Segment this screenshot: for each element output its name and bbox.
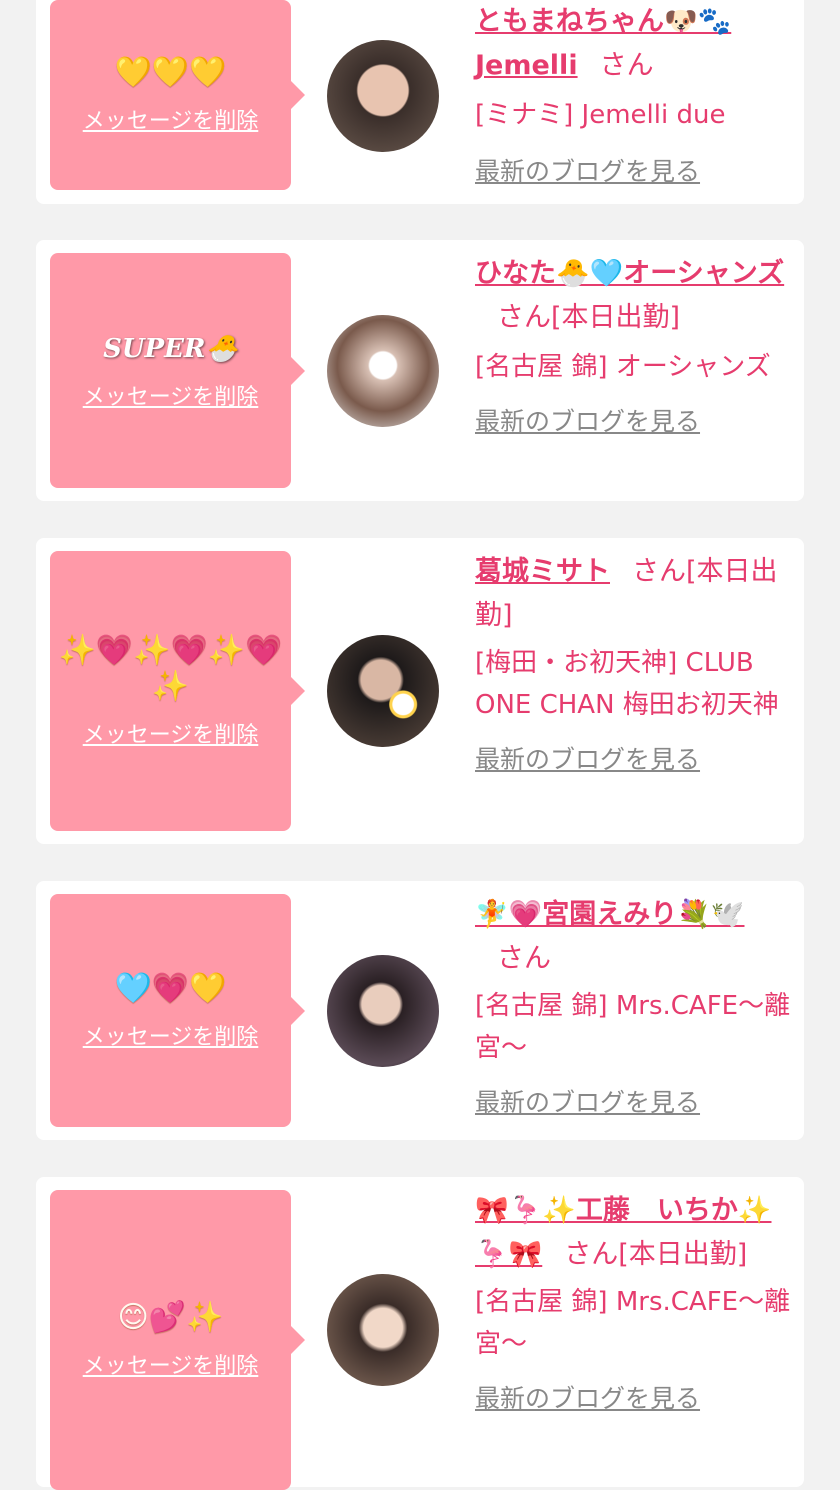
message-box: 💛💛💛 メッセージを削除: [50, 0, 305, 190]
shop-name: [ミナミ] Jemelli due: [475, 100, 726, 130]
cast-name-line: ともまねちゃん🐶🐾Jemelli さん: [475, 0, 791, 88]
message-text: 💛💛💛: [114, 55, 227, 90]
cast-name-link[interactable]: 🧚💗宮園えみり💐🕊️: [475, 899, 744, 930]
latest-blog-link[interactable]: 最新のブログを見る: [475, 1379, 791, 1415]
honorific: さん[本日出勤]: [497, 302, 681, 333]
latest-blog-link[interactable]: 最新のブログを見る: [475, 402, 791, 438]
cast-name-line: 🎀🦩✨工藤 いちか✨🦩🎀 さん[本日出勤]: [475, 1189, 791, 1277]
message-box: 😊💕✨ メッセージを削除: [50, 1190, 305, 1490]
cast-info: ともまねちゃん🐶🐾Jemelli さん [ミナミ] Jemelli due 最新の…: [475, 0, 791, 188]
message-box: SUPER🐣 メッセージを削除: [50, 253, 305, 488]
cast-info: 葛城ミサト さん[本日出勤] [梅田・お初天神] CLUB ONE CHAN 梅田…: [475, 550, 791, 776]
shop-name: [名古屋 錦] オーシャンズ: [475, 352, 771, 382]
latest-blog-link[interactable]: 最新のブログを見る: [475, 740, 791, 776]
avatar[interactable]: [327, 40, 439, 152]
shop-name: [名古屋 錦] Mrs.CAFE〜離宮〜: [475, 991, 791, 1063]
honorific: さん[本日出勤]: [564, 1239, 748, 1270]
delete-message-link[interactable]: メッセージを削除: [83, 717, 259, 749]
message-text: 🩵💗💛: [114, 970, 227, 1006]
favorite-card: SUPER🐣 メッセージを削除 ひなた🐣🩵オーシャンズさん[本日出勤] [名古屋…: [36, 240, 804, 501]
latest-blog-link[interactable]: 最新のブログを見る: [475, 1083, 791, 1119]
avatar[interactable]: [327, 1274, 439, 1386]
delete-message-link[interactable]: メッセージを削除: [83, 1019, 259, 1051]
honorific: さん: [599, 50, 654, 81]
favorite-card: ✨💗✨💗✨💗✨ メッセージを削除 葛城ミサト さん[本日出勤] [梅田・お初天神]…: [36, 538, 804, 844]
cast-name-link[interactable]: ひなた🐣🩵オーシャンズ: [475, 258, 784, 289]
message-text: 😊💕✨: [117, 1300, 224, 1335]
favorite-card: 💛💛💛 メッセージを削除 ともまねちゃん🐶🐾Jemelli さん [ミナミ] Je…: [36, 0, 804, 204]
delete-message-link[interactable]: メッセージを削除: [83, 103, 259, 135]
favorite-card: 🩵💗💛 メッセージを削除 🧚💗宮園えみり💐🕊️ さん [名古屋 錦] Mrs.CA…: [36, 881, 804, 1140]
shop-name: [梅田・お初天神] CLUB ONE CHAN 梅田お初天神: [475, 648, 779, 720]
shop-name: [名古屋 錦] Mrs.CAFE〜離宮〜: [475, 1287, 791, 1359]
latest-blog-link[interactable]: 最新のブログを見る: [475, 152, 791, 188]
delete-message-link[interactable]: メッセージを削除: [83, 1348, 259, 1380]
message-box: ✨💗✨💗✨💗✨ メッセージを削除: [50, 551, 305, 831]
message-text: ✨💗✨💗✨💗✨: [58, 633, 283, 704]
cast-name-line: ひなた🐣🩵オーシャンズさん[本日出勤]: [475, 252, 791, 340]
cast-info: 🎀🦩✨工藤 いちか✨🦩🎀 さん[本日出勤] [名古屋 錦] Mrs.CAFE〜離宮…: [475, 1189, 791, 1415]
avatar[interactable]: [327, 315, 439, 427]
cast-info: ひなた🐣🩵オーシャンズさん[本日出勤] [名古屋 錦] オーシャンズ 最新のブロ…: [475, 252, 791, 438]
avatar[interactable]: [327, 635, 439, 747]
cast-name-line: 🧚💗宮園えみり💐🕊️ さん: [475, 893, 791, 981]
honorific: さん: [497, 943, 551, 974]
cast-info: 🧚💗宮園えみり💐🕊️ さん [名古屋 錦] Mrs.CAFE〜離宮〜 最新のブログ…: [475, 893, 791, 1119]
cast-name-link[interactable]: 葛城ミサト: [475, 556, 610, 587]
delete-message-link[interactable]: メッセージを削除: [83, 379, 259, 411]
message-text: SUPER🐣: [103, 333, 238, 364]
cast-name-line: 葛城ミサト さん[本日出勤]: [475, 550, 791, 638]
avatar[interactable]: [327, 955, 439, 1067]
message-box: 🩵💗💛 メッセージを削除: [50, 894, 305, 1127]
favorite-card: 😊💕✨ メッセージを削除 🎀🦩✨工藤 いちか✨🦩🎀 さん[本日出勤] [名古屋 錦…: [36, 1177, 804, 1490]
